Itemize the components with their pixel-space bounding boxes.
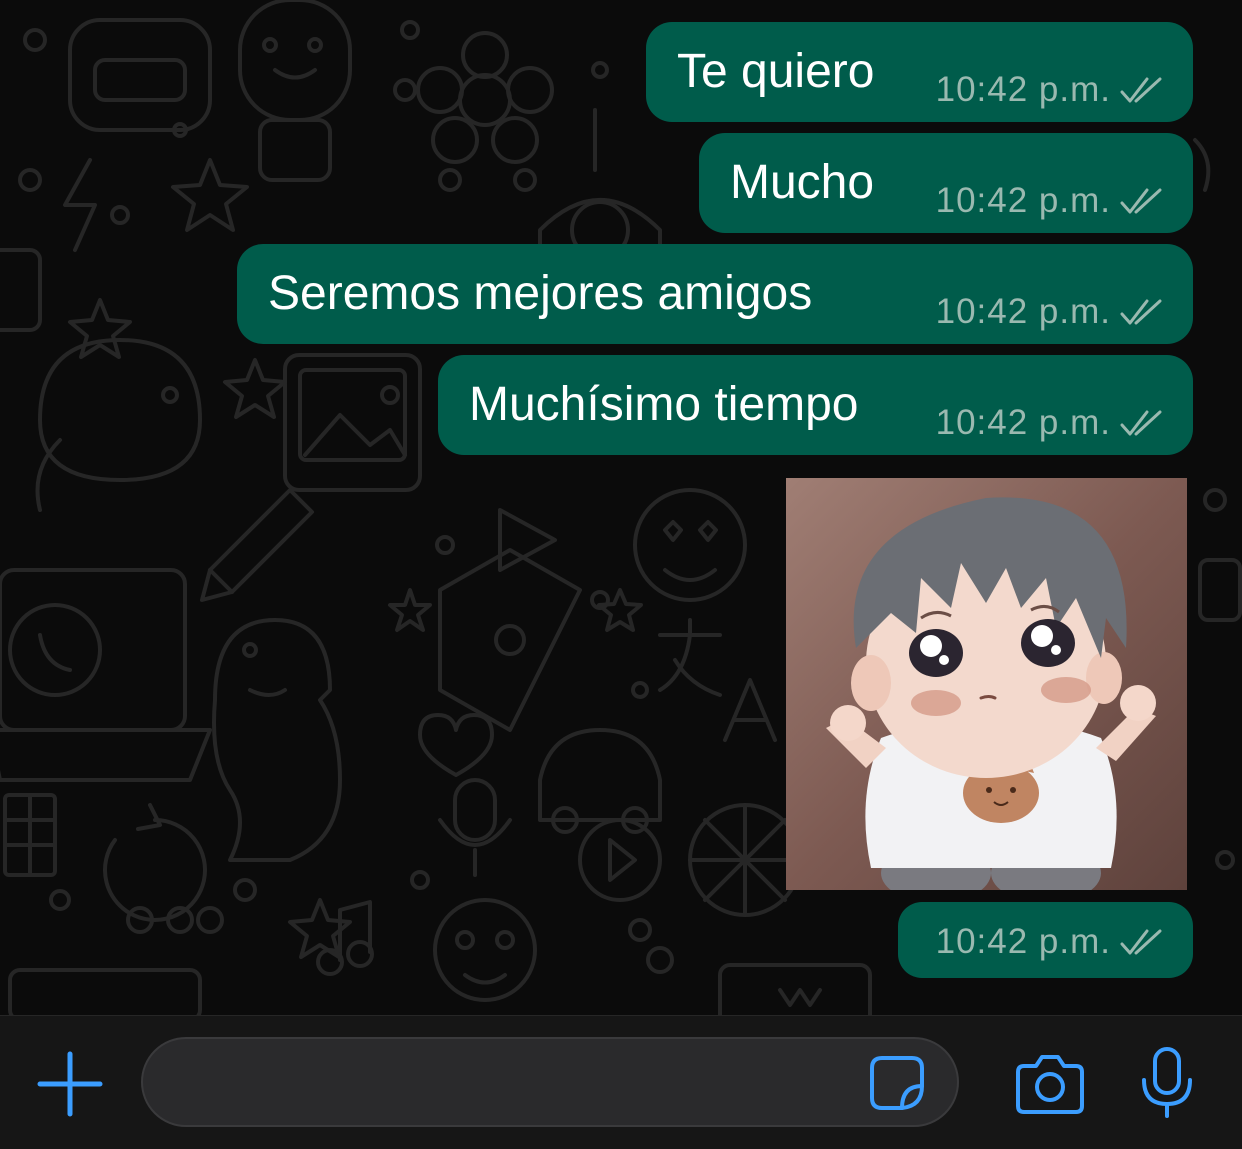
message-input[interactable] — [173, 1059, 857, 1109]
message-time: 10:42 p.m. — [935, 70, 1111, 109]
message-text: Seremos mejores amigos — [268, 267, 813, 320]
message-time: 10:42 p.m. — [935, 292, 1111, 331]
message-bubble[interactable]: Seremos mejores amigos 10:42 p.m. — [237, 244, 1193, 344]
sticker-icon — [870, 1056, 924, 1110]
sticker-meta-bubble: 10:42 p.m. — [898, 902, 1193, 978]
double-check-icon — [1120, 188, 1162, 214]
microphone-button[interactable] — [1138, 1046, 1196, 1120]
message-bubble[interactable]: Muchísimo tiempo 10:42 p.m. — [438, 355, 1193, 455]
camera-button[interactable] — [1014, 1050, 1086, 1116]
microphone-icon — [1142, 1047, 1192, 1118]
message-meta: 10:42 p.m. — [936, 403, 1165, 443]
message-time: 10:42 p.m. — [935, 922, 1111, 961]
plus-icon — [37, 1051, 103, 1117]
anime-baby-sticker-icon — [786, 478, 1187, 890]
message-meta: 10:42 p.m. — [936, 922, 1165, 962]
camera-icon — [1016, 1055, 1084, 1114]
double-check-icon — [1120, 929, 1162, 955]
attach-plus-button[interactable] — [36, 1050, 104, 1118]
sticker-button[interactable] — [866, 1052, 928, 1114]
message-meta: 10:42 p.m. — [936, 70, 1165, 110]
double-check-icon — [1120, 410, 1162, 436]
sticker-image[interactable] — [786, 478, 1187, 890]
message-text: Mucho — [730, 156, 875, 209]
double-check-icon — [1120, 299, 1162, 325]
message-text: Muchísimo tiempo — [469, 378, 859, 431]
message-text: Te quiero — [677, 45, 875, 98]
message-time: 10:42 p.m. — [935, 403, 1111, 442]
message-bubble[interactable]: Te quiero 10:42 p.m. — [646, 22, 1193, 122]
message-meta: 10:42 p.m. — [936, 292, 1165, 332]
message-bubble[interactable]: Mucho 10:42 p.m. — [699, 133, 1193, 233]
double-check-icon — [1120, 77, 1162, 103]
message-time: 10:42 p.m. — [935, 181, 1111, 220]
message-input-field[interactable] — [141, 1037, 959, 1127]
message-meta: 10:42 p.m. — [936, 181, 1165, 221]
